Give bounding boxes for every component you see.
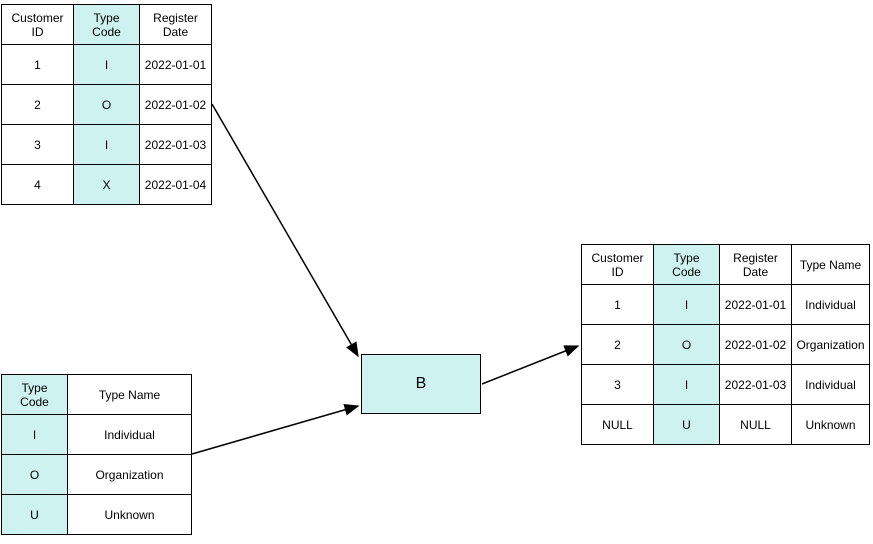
arrow-types-to-b xyxy=(192,406,358,454)
arrow-b-to-result xyxy=(482,346,578,384)
arrows-layer xyxy=(0,0,873,544)
arrow-customers-to-b xyxy=(212,104,358,356)
